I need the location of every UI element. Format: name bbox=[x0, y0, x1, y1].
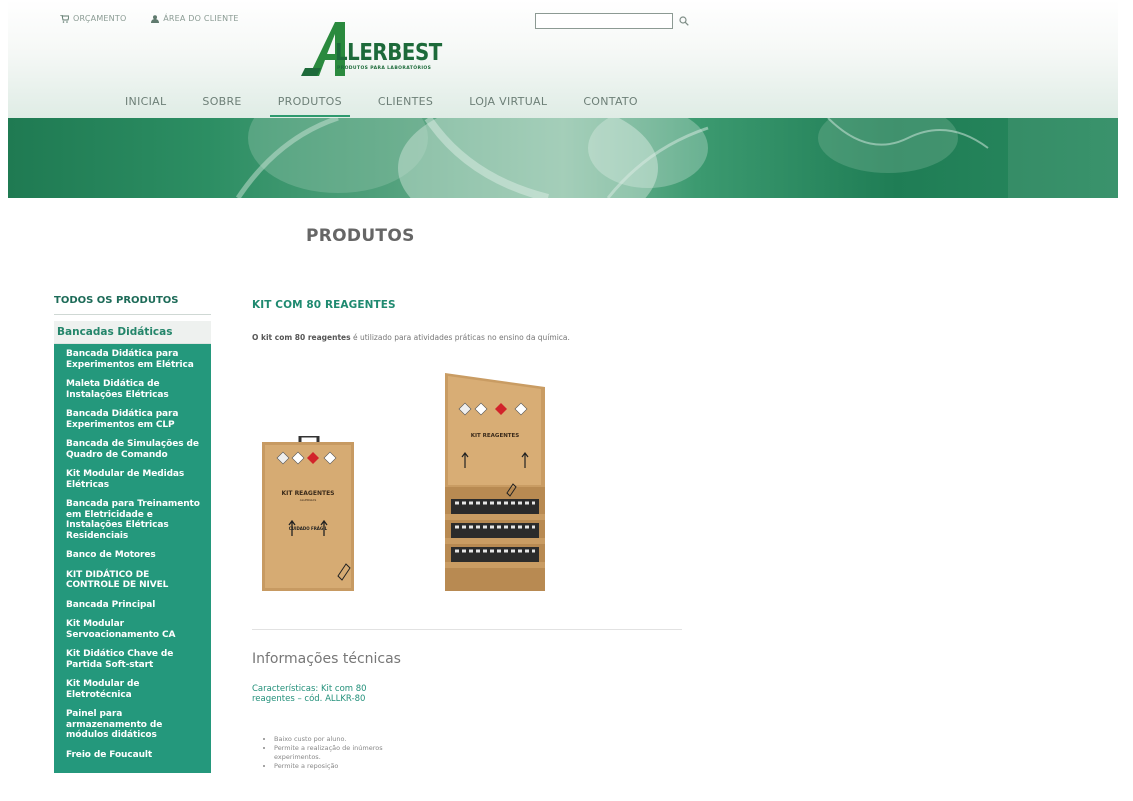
list-item: Baixo custo por aluno. bbox=[274, 735, 414, 744]
client-area-link[interactable]: ÁREA DO CLIENTE bbox=[151, 14, 238, 23]
hero-banner bbox=[8, 118, 1118, 198]
sidebar-item[interactable]: Bancada Didática para Experimentos em CL… bbox=[54, 409, 211, 430]
sidebar-item[interactable]: Banco de Motores bbox=[54, 550, 211, 561]
list-item: Permite a reposição bbox=[274, 762, 414, 771]
logo-wordmark: LLERBEST bbox=[335, 40, 442, 66]
quote-link[interactable]: ORÇAMENTO bbox=[60, 14, 126, 23]
sidebar-item[interactable]: Kit Modular de Medidas Elétricas bbox=[54, 469, 211, 490]
technical-info-heading: Informações técnicas bbox=[252, 651, 401, 667]
nav-item-sobre[interactable]: SOBRE bbox=[202, 95, 241, 108]
sidebar-item[interactable]: Bancada Principal bbox=[54, 600, 211, 611]
product-title: KIT COM 80 REAGENTES bbox=[252, 299, 396, 311]
all-products-link[interactable]: TODOS OS PRODUTOS bbox=[54, 295, 211, 315]
quote-label: ORÇAMENTO bbox=[73, 14, 127, 23]
product-description: O kit com 80 reagentes é utilizado para … bbox=[252, 333, 682, 342]
site-header: ORÇAMENTO ÁREA DO CLIENTE LLERBEST PRODU… bbox=[8, 0, 1118, 118]
nav-item-inicial[interactable]: INICIAL bbox=[125, 95, 166, 108]
kit-case-fragile: CUIDADO FRÁGIL bbox=[289, 526, 328, 531]
cart-icon bbox=[60, 14, 69, 23]
search-button[interactable] bbox=[679, 16, 689, 26]
kit-display-rack-image: KIT REAGENTES bbox=[445, 373, 545, 591]
feature-list: Baixo custo por aluno. Permite a realiza… bbox=[252, 735, 414, 771]
main-nav: INICIAL SOBRE PRODUTOS CLIENTES LOJA VIR… bbox=[125, 95, 674, 117]
nav-item-contato[interactable]: CONTATO bbox=[583, 95, 638, 108]
nav-item-clientes[interactable]: CLIENTES bbox=[378, 95, 433, 108]
search-input[interactable] bbox=[535, 13, 673, 29]
category-bancadas-didaticas[interactable]: Bancadas Didáticas bbox=[54, 321, 211, 344]
user-icon bbox=[151, 14, 160, 23]
brand-logo[interactable]: LLERBEST PRODUTOS PARA LABORATÓRIOS bbox=[301, 22, 451, 78]
section-divider bbox=[252, 629, 682, 630]
logo-tagline: PRODUTOS PARA LABORATÓRIOS bbox=[337, 66, 432, 71]
product-sidebar: TODOS OS PRODUTOS Bancadas Didáticas Ban… bbox=[54, 295, 211, 773]
nav-item-produtos[interactable]: PRODUTOS bbox=[269, 95, 351, 117]
kit-case-image: KIT REAGENTES ALLERGIAS CUIDADO FRÁGIL bbox=[262, 436, 354, 591]
search-form bbox=[535, 13, 689, 29]
category-item-list: Bancada Didática para Experimentos em El… bbox=[54, 344, 211, 773]
product-characteristics: Características: Kit com 80 reagentes – … bbox=[252, 684, 367, 704]
search-icon bbox=[679, 16, 689, 26]
kit-case-label: KIT REAGENTES bbox=[282, 490, 335, 497]
sidebar-item[interactable]: Painel para armazenamento de módulos did… bbox=[54, 709, 211, 741]
sidebar-item[interactable]: KIT DIDÁTICO DE CONTROLE DE NIVEL bbox=[54, 570, 211, 591]
sidebar-item[interactable]: Kit Modular de Eletrotécnica bbox=[54, 679, 211, 700]
sidebar-item[interactable]: Maleta Didática de Instalações Elétricas bbox=[54, 379, 211, 400]
sidebar-item[interactable]: Freio de Foucault bbox=[54, 750, 211, 761]
lab-glassware-image bbox=[235, 118, 1118, 198]
kit-case-sub: ALLERGIAS bbox=[300, 498, 317, 502]
product-content: KIT COM 80 REAGENTES O kit com 80 reagen… bbox=[252, 299, 682, 770]
sidebar-item[interactable]: Bancada de Simulações de Quadro de Coman… bbox=[54, 439, 211, 460]
description-text: é utilizado para atividades práticas no … bbox=[350, 333, 570, 342]
nav-item-loja-virtual[interactable]: LOJA VIRTUAL bbox=[469, 95, 547, 108]
sidebar-item[interactable]: Kit Modular Servoacionamento CA bbox=[54, 619, 211, 640]
page-title: PRODUTOS bbox=[306, 226, 415, 246]
sidebar-item[interactable]: Bancada para Treinamento em Eletricidade… bbox=[54, 499, 211, 541]
kit-rack-label: KIT REAGENTES bbox=[471, 433, 520, 439]
list-item: Permite a realização de inúmeros experim… bbox=[274, 744, 414, 762]
description-bold: O kit com 80 reagentes bbox=[252, 333, 351, 342]
sidebar-item[interactable]: Kit Didático Chave de Partida Soft-start bbox=[54, 649, 211, 670]
sidebar-item[interactable]: Bancada Didática para Experimentos em El… bbox=[54, 349, 211, 370]
top-bar: ORÇAMENTO ÁREA DO CLIENTE bbox=[60, 14, 261, 25]
client-area-label: ÁREA DO CLIENTE bbox=[163, 14, 239, 23]
